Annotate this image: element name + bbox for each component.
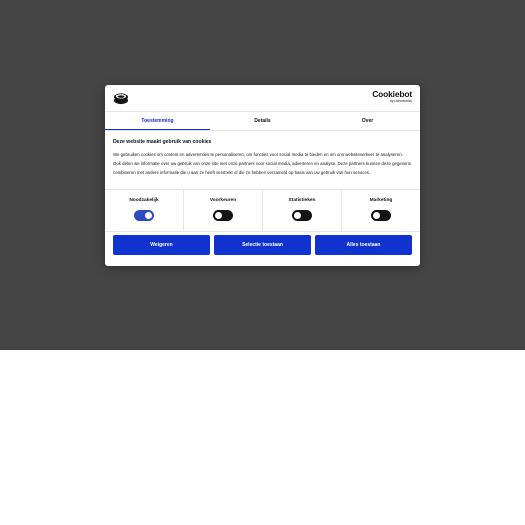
tab-over[interactable]: Over — [315, 112, 420, 130]
toggle-knob — [294, 212, 301, 219]
allow-all-button[interactable]: Alles toestaan — [315, 235, 412, 255]
tab-toestemming[interactable]: Toestemming — [105, 112, 210, 130]
toggle-group-voorkeuren: Voorkeuren — [184, 190, 263, 231]
site-logo-icon — [114, 93, 128, 105]
toggle-noodzakelijk[interactable] — [134, 210, 154, 221]
cookiebot-logo[interactable]: Cookiebot by Usercentrics — [372, 90, 412, 103]
toggle-group-marketing: Marketing — [342, 190, 420, 231]
page-background — [0, 350, 525, 525]
allow-selection-button[interactable]: Selectie toestaan — [214, 235, 311, 255]
toggle-knob — [145, 212, 152, 219]
dialog-header: Cookiebot by Usercentrics — [105, 85, 420, 112]
cookiebot-logo-subtext: by Usercentrics — [390, 98, 412, 103]
toggle-group-statistieken: Statistieken — [263, 190, 342, 231]
cookie-consent-dialog: Cookiebot by Usercentrics Toestemming De… — [105, 85, 420, 266]
toggle-statistieken[interactable] — [292, 210, 312, 221]
toggle-voorkeuren[interactable] — [213, 210, 233, 221]
tab-details[interactable]: Details — [210, 112, 315, 130]
toggle-knob — [215, 212, 222, 219]
deny-button[interactable]: Weigeren — [113, 235, 210, 255]
dialog-tabs: Toestemming Details Over — [105, 112, 420, 131]
consent-buttons: Weigeren Selectie toestaan Alles toestaa… — [105, 231, 420, 255]
toggle-knob — [373, 212, 380, 219]
cookie-category-toggles: Noodzakelijk Voorkeuren Statistieken Mar… — [105, 189, 420, 231]
toggle-label-marketing: Marketing — [369, 198, 393, 203]
toggle-group-noodzakelijk: Noodzakelijk — [105, 190, 184, 231]
consent-title: Deze website maakt gebruik van cookies — [113, 139, 212, 145]
consent-content: Deze website maakt gebruik van cookies W… — [105, 131, 420, 189]
toggle-label-voorkeuren: Voorkeuren — [209, 198, 237, 203]
toggle-label-statistieken: Statistieken — [288, 198, 316, 203]
toggle-label-noodzakelijk: Noodzakelijk — [129, 198, 159, 203]
cookiebot-logo-text: Cookiebot — [372, 89, 412, 99]
toggle-marketing[interactable] — [371, 210, 391, 221]
consent-body: We gebruiken cookies om content en adver… — [113, 152, 411, 175]
